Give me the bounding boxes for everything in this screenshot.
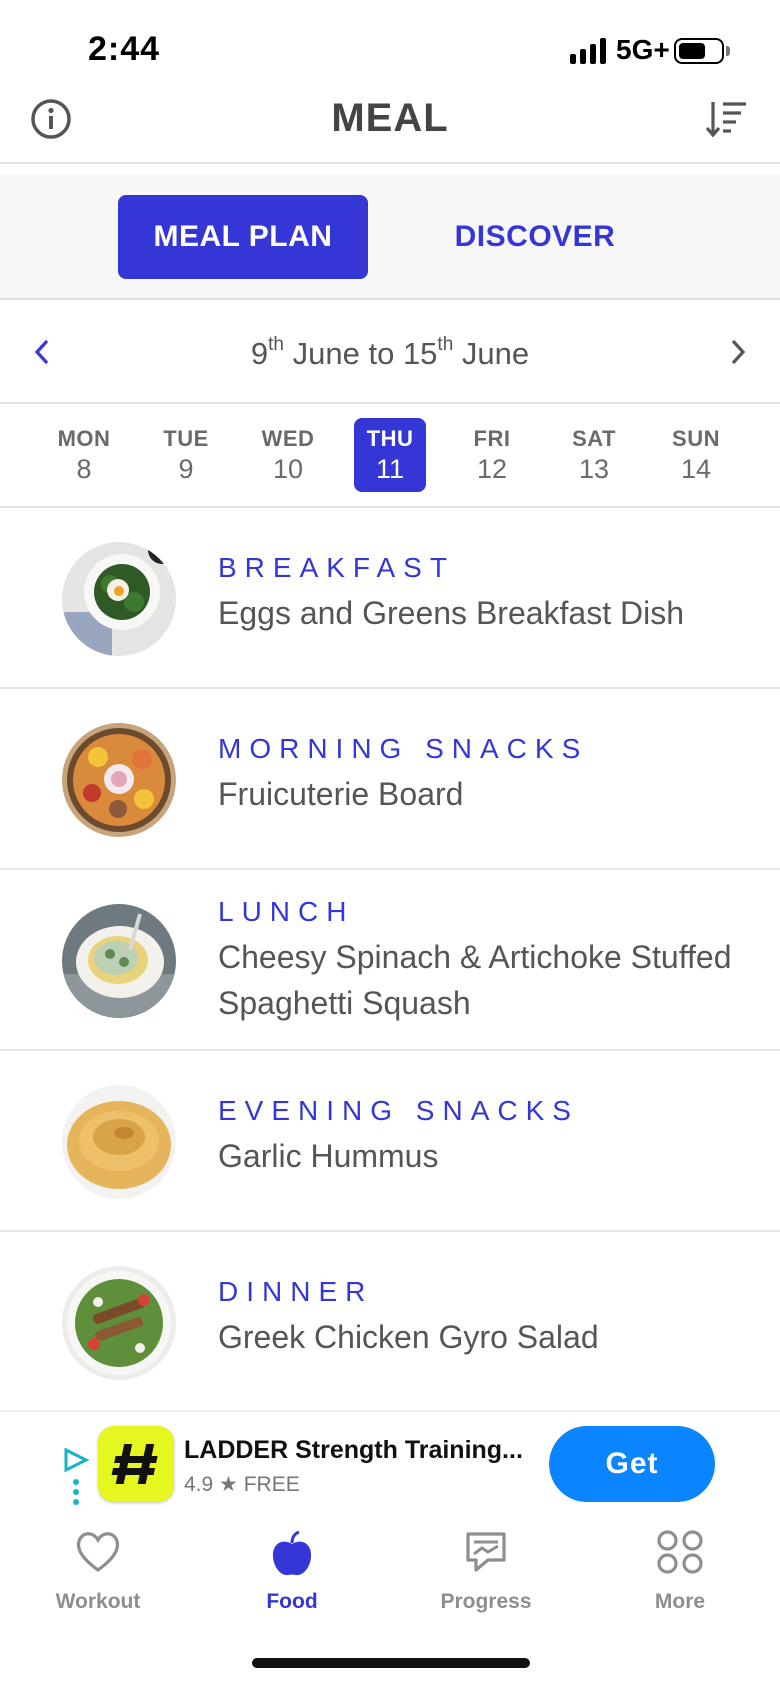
heart-icon [76, 1532, 120, 1572]
day-number: 12 [476, 454, 508, 484]
ad-price: FREE [243, 1473, 300, 1496]
week-navigator: 9th June to 15th June [0, 300, 780, 404]
ad-banner[interactable]: LADDER Strength Training... 4.9 ★ FREE G… [0, 1410, 780, 1520]
gyro-salad-image [62, 1266, 176, 1380]
day-sat[interactable]: SAT 13 [558, 418, 630, 492]
meal-name: Cheesy Spinach & Artichoke Stuffed Spagh… [218, 939, 732, 1021]
day-tue[interactable]: TUE 9 [150, 418, 222, 492]
week-connector: to [368, 336, 395, 371]
star-icon: ★ [219, 1473, 238, 1496]
nav-label: Progress [440, 1590, 532, 1613]
ad-title: LADDER Strength Training... [184, 1436, 523, 1464]
day-name: SAT [572, 426, 616, 451]
ad-rating-value: 4.9 [184, 1473, 214, 1496]
day-number: 11 [375, 454, 405, 484]
segmented-tabs: MEAL PLAN DISCOVER [0, 174, 780, 300]
day-number: 10 [272, 454, 304, 484]
week-range-label: 9th June to 15th June [0, 334, 780, 372]
week-start-suffix: th [268, 334, 284, 355]
day-selector: MON 8 TUE 9 WED 10 THU 11 FRI 12 SAT 13 … [0, 404, 780, 508]
day-name: MON [57, 426, 111, 451]
day-name: FRI [473, 426, 511, 451]
tab-meal-plan[interactable]: MEAL PLAN [118, 195, 368, 279]
progress-icon [466, 1532, 506, 1572]
nav-workout[interactable]: Workout [18, 1520, 178, 1630]
chevron-right-icon[interactable] [726, 336, 750, 368]
nav-label: More [654, 1590, 706, 1613]
meal-name: Greek Chicken Gyro Salad [218, 1319, 599, 1355]
signal-icon [570, 38, 606, 64]
meal-row-morning-snacks[interactable]: MORNING SNACKS Fruicuterie Board [0, 689, 780, 870]
day-number: 14 [680, 454, 712, 484]
meal-row-evening-snacks[interactable]: EVENING SNACKS Garlic Hummus [0, 1051, 780, 1232]
day-name: WED [261, 426, 315, 451]
app-header: MEAL [0, 88, 780, 164]
ad-rating: 4.9 ★ FREE [184, 1472, 300, 1497]
day-fri[interactable]: FRI 12 [456, 418, 528, 492]
breakfast-dish-image [62, 542, 176, 656]
ad-get-button[interactable]: Get [549, 1426, 715, 1502]
nav-label: Food [266, 1590, 318, 1613]
apple-icon [272, 1530, 312, 1576]
network-type: 5G+ [616, 34, 670, 65]
meal-label: LUNCH [218, 896, 355, 927]
page-title: MEAL [331, 96, 449, 140]
meal-name: Eggs and Greens Breakfast Dish [218, 595, 685, 631]
battery-icon [674, 38, 724, 64]
status-time: 2:44 [88, 30, 161, 68]
fruit-board-image [62, 723, 176, 837]
week-end-suffix: th [437, 334, 454, 355]
week-start-day: 9 [250, 336, 269, 371]
hummus-image [62, 1085, 176, 1199]
home-indicator[interactable] [252, 1658, 530, 1668]
meal-label: EVENING SNACKS [218, 1095, 579, 1126]
day-sun[interactable]: SUN 14 [660, 418, 732, 492]
bottom-navigation: Workout Food Progress More [0, 1520, 780, 1630]
nav-label: Workout [55, 1590, 141, 1613]
sort-icon[interactable] [704, 98, 748, 140]
battery-tip [726, 46, 730, 56]
meal-name: Garlic Hummus [218, 1138, 439, 1174]
nav-progress[interactable]: Progress [406, 1520, 566, 1630]
day-number: 9 [178, 454, 194, 484]
day-mon[interactable]: MON 8 [48, 418, 120, 492]
day-number: 8 [76, 454, 92, 484]
meal-label: DINNER [218, 1276, 374, 1307]
day-name: SUN [672, 426, 720, 451]
tab-discover[interactable]: DISCOVER [400, 195, 670, 279]
week-end-month: June [461, 336, 530, 371]
week-start-month: June [292, 336, 360, 371]
meal-label: BREAKFAST [218, 552, 455, 583]
ad-choices-icon[interactable] [62, 1448, 90, 1508]
stuffed-squash-image [62, 904, 176, 1018]
grid-icon [657, 1530, 703, 1574]
day-name: THU [366, 426, 414, 451]
status-bar: 2:44 5G+ [0, 0, 780, 88]
day-wed[interactable]: WED 10 [252, 418, 324, 492]
day-number: 13 [578, 454, 610, 484]
meal-row-lunch[interactable]: LUNCH Cheesy Spinach & Artichoke Stuffed… [0, 870, 780, 1051]
meal-label: MORNING SNACKS [218, 733, 589, 764]
nav-food[interactable]: Food [212, 1520, 372, 1630]
nav-more[interactable]: More [600, 1520, 760, 1630]
meal-name: Fruicuterie Board [218, 776, 464, 812]
meal-row-breakfast[interactable]: BREAKFAST Eggs and Greens Breakfast Dish [0, 508, 780, 689]
meal-row-dinner[interactable]: DINNER Greek Chicken Gyro Salad [0, 1232, 780, 1410]
ladder-app-logo [98, 1426, 174, 1502]
day-name: TUE [163, 426, 209, 451]
week-end-day: 15 [402, 336, 438, 371]
day-thu[interactable]: THU 11 [354, 418, 426, 492]
